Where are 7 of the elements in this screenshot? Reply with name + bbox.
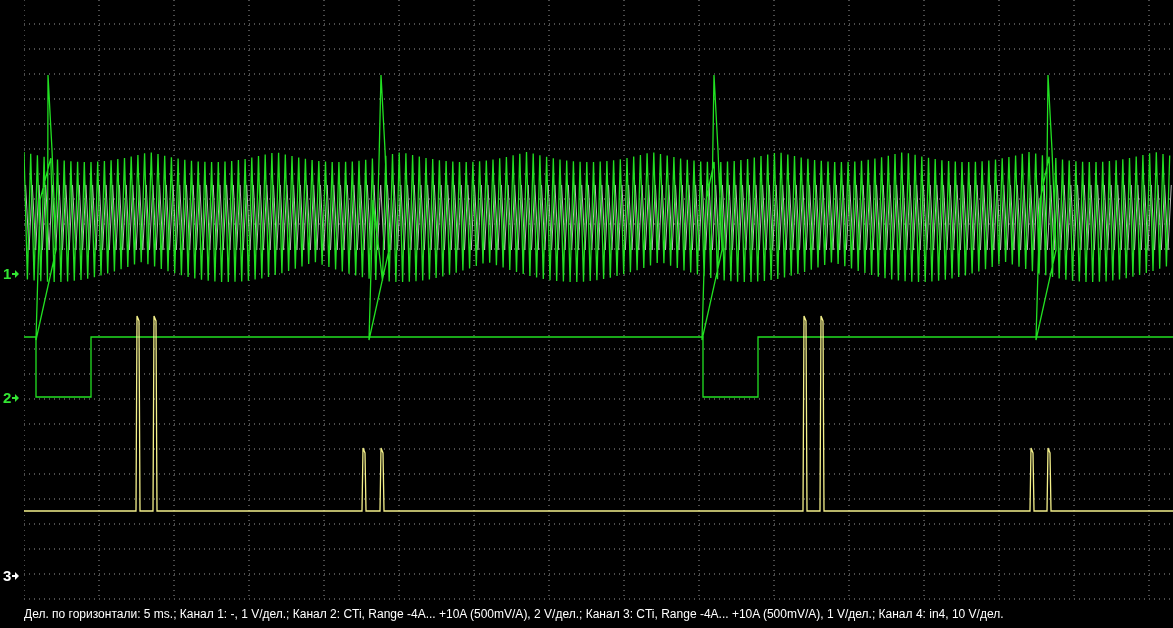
arrow-icon: [12, 393, 20, 402]
status-text: Дел. по горизонтали: 5 ms.; Канал 1: -, 1 V/дел.; Канал 2: CTi, Range -4A... +10A (500mV/A), 2 V/дел.; Канал 3: CTi, Range -4A... +10A (500mV/A), 1 V/дел.; Канал 4: in4, 10 V/дел.: [24, 606, 1004, 623]
arrow-icon: [12, 571, 20, 580]
channel-number: 2: [3, 390, 12, 405]
channel-number: 3: [3, 568, 12, 583]
arrow-icon: [12, 269, 20, 278]
channel-number: 1: [3, 266, 12, 281]
